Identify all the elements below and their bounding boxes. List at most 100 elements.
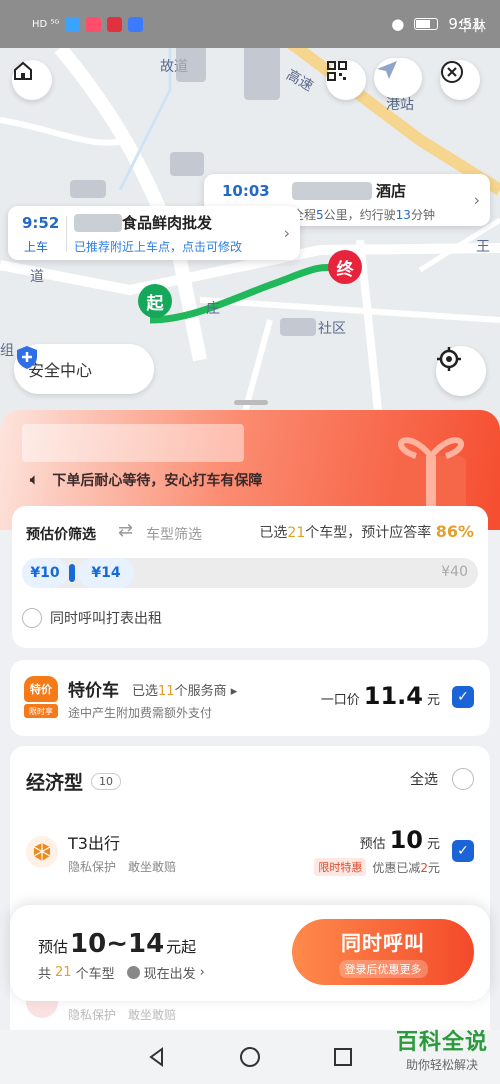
price-label: 预估	[359, 837, 386, 852]
taxi-option[interactable]: 同时呼叫打表出租	[22, 608, 162, 628]
discount-value: 2	[420, 860, 428, 875]
map-label-zhuang: 庄	[206, 301, 220, 317]
locate-mode-button[interactable]	[374, 58, 422, 98]
map-label-wang: 王	[476, 239, 490, 255]
chevron-right-icon: ›	[199, 965, 205, 980]
app-icon	[107, 16, 123, 32]
providers-suffix: 个服务商	[174, 684, 227, 699]
special-badge-top: 特价	[24, 676, 58, 702]
back-icon[interactable]	[146, 1046, 168, 1068]
blurred-area	[74, 214, 122, 232]
economy-header: 经济型 10	[26, 768, 122, 795]
discount-unit: 元	[427, 860, 440, 875]
dropoff-time: 10:03	[222, 182, 270, 200]
shield-icon	[17, 346, 37, 369]
price-label: 一口价	[320, 693, 360, 708]
price-unit: 元	[426, 693, 440, 708]
providers-prefix: 已选	[132, 684, 159, 699]
call-button-label: 同时呼叫	[341, 930, 425, 955]
blurred-area	[280, 318, 316, 336]
min-price-handle[interactable]: ¥10	[22, 558, 68, 588]
navigation-icon	[377, 61, 397, 79]
safety-notice-text: 下单后耐心等待，安心打车有保障	[52, 473, 263, 489]
select-all[interactable]: 全选	[410, 768, 474, 790]
range-fill	[69, 564, 75, 582]
safety-center-button[interactable]: 安全中心	[14, 344, 154, 394]
count-value: 21	[55, 965, 72, 980]
t3-name: T3出行	[68, 834, 120, 853]
gift-icon	[396, 437, 466, 512]
duration-value: 13	[395, 208, 411, 222]
price-range-slider[interactable]: ¥10 ¥14 ¥40	[22, 558, 478, 588]
estimate-prefix: 预估	[38, 938, 69, 956]
special-badge-bottom: 限时享	[24, 704, 58, 718]
t3-promo: 限时特惠 优惠已减2元	[314, 858, 440, 876]
estimate-range: 10~14	[70, 929, 165, 959]
watermark-main: 百科全说	[395, 1030, 488, 1055]
order-bar: 预估 10~14 元起 共 21 个车型 现在出发 › 同时呼叫 登录后优惠更多	[10, 905, 490, 1001]
app-icon	[86, 16, 102, 32]
blurred-area	[22, 424, 244, 462]
estimate: 预估 10~14 元起	[38, 929, 196, 959]
call-button[interactable]: 同时呼叫 登录后优惠更多	[292, 919, 474, 985]
select-all-checkbox[interactable]	[452, 768, 474, 790]
depart-time: 现在出发	[143, 967, 196, 982]
home-button[interactable]	[12, 60, 52, 100]
watermark: 百科全说 助你轻松解决	[396, 1024, 488, 1073]
blurred-area	[170, 152, 204, 176]
economy-title: 经济型	[26, 772, 84, 794]
special-car-row[interactable]: 特价 限时享 特价车 已选11个服务商 ▸ 途中产生附加费需额外支付 一口价 1…	[10, 660, 490, 736]
selected-count: 21	[287, 525, 306, 541]
drag-handle[interactable]	[234, 400, 268, 405]
selected-prefix: 已选	[259, 525, 288, 541]
blurred-area	[292, 182, 372, 200]
distance-value: 5	[316, 208, 324, 222]
provider-selector[interactable]: 已选11个服务商 ▸	[132, 680, 237, 699]
taxi-option-label: 同时呼叫打表出租	[50, 611, 162, 627]
chevron-right-icon: ›	[283, 223, 290, 243]
order-summary[interactable]: 共 21 个车型 现在出发 ›	[38, 963, 205, 982]
selection-summary: 已选21个车型，预计应答率 86%	[259, 522, 474, 542]
select-all-label: 全选	[410, 772, 438, 788]
count-suffix: 个车型	[75, 967, 115, 982]
special-badge: 特价 限时享	[24, 676, 58, 720]
tab-price-filter[interactable]: 预估价筛选	[26, 524, 96, 544]
end-pin: 终	[328, 250, 362, 284]
special-checkbox[interactable]: ✓	[452, 686, 474, 708]
recenter-button[interactable]	[436, 346, 486, 396]
t3-checkbox[interactable]: ✓	[452, 840, 474, 862]
duration-unit: 分钟	[410, 208, 435, 222]
status-left: HD ⁵ᴳ	[32, 16, 144, 32]
distance-unit: 公里，约行驶	[323, 208, 396, 222]
max-price-handle[interactable]: ¥14	[78, 558, 134, 588]
close-button[interactable]	[440, 60, 480, 100]
clock-icon	[126, 966, 140, 979]
t3-logo	[26, 836, 58, 868]
estimate-suffix: 元起	[166, 938, 197, 956]
swap-icon[interactable]: ⇄	[118, 520, 133, 541]
location-icon: ●	[391, 15, 405, 33]
map-view[interactable]: 故道 高速 港站 华林 王 庄 社区 道 组 10:03 酒店 全程5公里，约行…	[0, 0, 500, 430]
t3-sub: 隐私保护 敢坐敢赔	[68, 860, 177, 874]
call-button-sub: 登录后优惠更多	[338, 959, 428, 978]
speaker-icon: 🔈︎	[30, 472, 39, 488]
range-max-label: ¥40	[441, 564, 468, 580]
home-nav-icon[interactable]	[239, 1046, 261, 1068]
count-prefix: 共	[38, 967, 52, 982]
economy-count: 10	[91, 773, 122, 790]
signal-indicator: HD ⁵ᴳ	[32, 18, 60, 30]
start-pin: 起	[138, 284, 172, 318]
safety-notice: 🔈︎ 下单后耐心等待，安心打车有保障	[30, 470, 262, 490]
dropoff-name: 酒店	[376, 182, 407, 200]
t3-price: 预估 10 元	[360, 826, 440, 854]
map-label-zu: 组	[0, 343, 14, 359]
provider-sub: 隐私保护 敢坐敢赔	[68, 1008, 177, 1022]
price-unit: 元	[426, 837, 440, 852]
scan-button[interactable]	[326, 60, 366, 100]
status-bar: HD ⁵ᴳ ● 9:51	[0, 0, 500, 48]
blurred-area	[244, 40, 280, 100]
taxi-checkbox[interactable]	[22, 608, 42, 628]
pickup-callout[interactable]: 9:52 上车 食品鲜肉批发 已推荐附近上车点，点击可修改 ›	[8, 206, 300, 260]
recents-icon[interactable]	[332, 1046, 354, 1068]
tab-type-filter[interactable]: 车型筛选	[146, 524, 202, 544]
